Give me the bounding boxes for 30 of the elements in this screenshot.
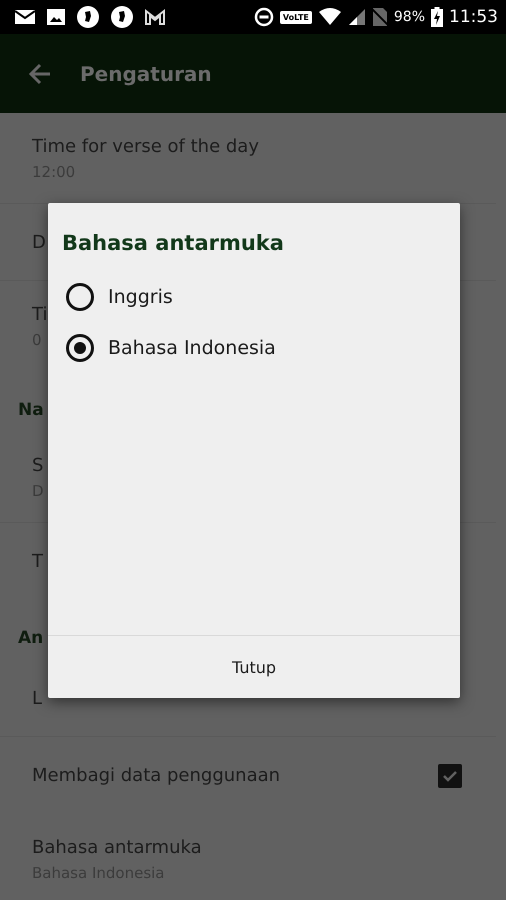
no-sim-icon: [372, 7, 388, 27]
do-not-disturb-icon: [254, 7, 274, 27]
back-arrow-icon: [28, 62, 52, 84]
close-button[interactable]: Tutup: [220, 650, 288, 684]
screen-title: Pengaturan: [80, 62, 212, 86]
setting-title: D: [32, 232, 46, 252]
setting-title: Ti: [32, 304, 48, 325]
setting-title: Time for verse of the day: [32, 136, 259, 156]
setting-title: S: [32, 454, 44, 476]
dialog-title: Bahasa antarmuka: [61, 230, 285, 255]
mail-icon: [14, 9, 36, 25]
setting-title: Membagi data penggunaan: [32, 765, 280, 786]
option-label[interactable]: Inggris: [108, 286, 173, 308]
volte-badge: VoLTE: [280, 10, 312, 24]
checkbox[interactable]: [438, 764, 462, 788]
radio-button[interactable]: [66, 283, 94, 311]
gmail-icon: [144, 8, 166, 26]
section-header: An: [18, 628, 44, 648]
signal-icon: [348, 8, 366, 26]
battery-percent: 98%: [394, 9, 425, 25]
setting-title: T: [32, 551, 43, 572]
battery-charging-icon: [431, 7, 443, 27]
radio-button[interactable]: [66, 334, 94, 362]
wifi-icon: [318, 8, 342, 26]
option-label[interactable]: Bahasa Indonesia: [108, 337, 276, 359]
clock: 11:53: [449, 7, 498, 27]
image-icon: [46, 8, 66, 26]
section-header: Na: [18, 400, 44, 420]
setting-title: Bahasa antarmuka: [32, 837, 202, 858]
setting-title: L: [32, 688, 42, 708]
